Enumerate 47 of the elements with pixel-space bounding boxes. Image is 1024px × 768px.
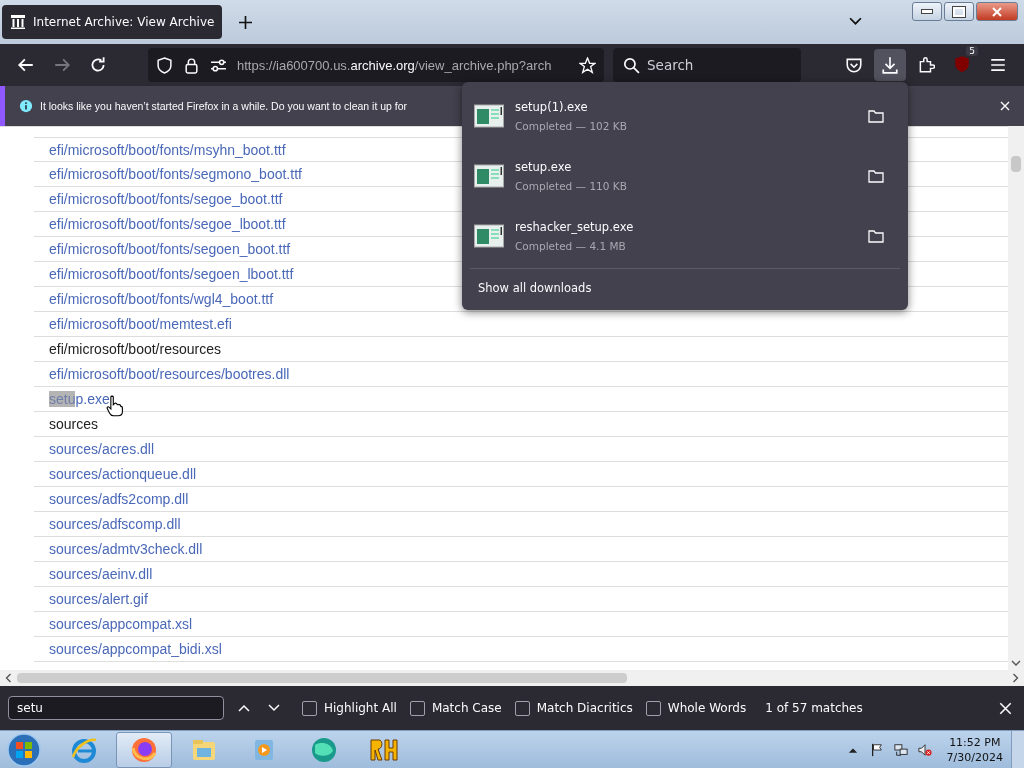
search-field[interactable]: Search [613, 48, 801, 82]
find-field[interactable]: setu [8, 696, 224, 720]
file-link[interactable]: efi/microsoft/boot/fonts/segoen_boot.ttf [49, 241, 291, 257]
file-link[interactable]: sources/aeinv.dll [49, 566, 153, 582]
clock-time: 11:52 PM [949, 734, 1001, 750]
address-bar[interactable]: https://ia600700.us.archive.org/view_archive.php?arch [148, 48, 604, 82]
file-link[interactable]: sources/admtv3check.dll [49, 541, 203, 557]
match-count: 1 of 57 matches [765, 701, 863, 715]
file-link[interactable]: efi/microsoft/boot/fonts/segmono_boot.ttf [49, 166, 302, 182]
download-status: Completed — 110 KB [515, 180, 627, 192]
show-all-downloads-link[interactable]: Show all downloads [478, 281, 592, 295]
file-link[interactable]: efi/microsoft/boot/fonts/msyhn_boot.ttf [49, 141, 286, 158]
notification-text: It looks like you haven’t started Firefox in a while. Do you want to clean it up for [40, 100, 408, 112]
checkbox-label[interactable]: Match Case [431, 701, 502, 715]
url-text: https://ia600700.us.archive.org/view_archive.php?arch [237, 57, 553, 73]
file-link[interactable]: efi/microsoft/boot/fonts/segoe_lboot.ttf [49, 216, 286, 232]
download-item[interactable]: reshacker_setup.exe Completed — 4.1 MB [470, 206, 900, 266]
file-link[interactable]: sources/alert.gif [49, 591, 148, 607]
tab-title: Internet Archive: View Archive [33, 15, 215, 29]
file-name: setup.exe [515, 160, 573, 174]
download-status: Completed — 102 KB [515, 120, 627, 132]
file-link[interactable]: sources/acres.dll [49, 441, 155, 457]
clock[interactable]: 11:52 PM 7/30/2024 [946, 734, 1003, 765]
file-link[interactable]: sources/appcompat.xsl [49, 616, 193, 632]
folder-name: efi/microsoft/boot/resources [49, 341, 221, 357]
file-link[interactable]: efi/microsoft/boot/fonts/segoe_boot.ttf [49, 191, 283, 207]
count-badge: 5 [966, 45, 978, 56]
file-link[interactable]: efi/microsoft/boot/fonts/segoen_lboot.ttf [49, 266, 294, 282]
file-link[interactable]: sources/adfs2comp.dll [49, 491, 189, 507]
file-link[interactable]: sources/actionqueue.dll [49, 466, 197, 482]
file-link[interactable]: efi/microsoft/boot/resources/bootres.dll [49, 366, 290, 382]
browser-tab[interactable]: Internet Archive: View Archive [2, 5, 222, 39]
folder-name: sources [49, 416, 99, 432]
download-item[interactable]: setup.exe Completed — 110 KB [470, 146, 900, 206]
file-link[interactable]: sources/appcompat_bidi.xsl [49, 641, 222, 657]
file-name: setup(1).exe [515, 100, 589, 114]
clock-date: 7/30/2024 [946, 749, 1003, 765]
file-link[interactable]: setup.exe [49, 391, 110, 407]
file-link[interactable]: efi/microsoft/boot/fonts/wgl4_boot.ttf [49, 291, 274, 307]
checkbox-label[interactable]: Highlight All [324, 701, 397, 715]
download-item[interactable]: setup(1).exe Completed — 102 KB [470, 86, 900, 146]
file-name: reshacker_setup.exe [515, 220, 634, 234]
checkbox-label[interactable]: Whole Words [667, 701, 747, 715]
download-status: Completed — 4.1 MB [515, 240, 627, 252]
file-link[interactable]: efi/microsoft/boot/memtest.efi [49, 316, 232, 332]
checkbox-label[interactable]: Match Diacritics [536, 701, 633, 715]
file-link[interactable]: sources/adfscomp.dll [49, 516, 181, 532]
